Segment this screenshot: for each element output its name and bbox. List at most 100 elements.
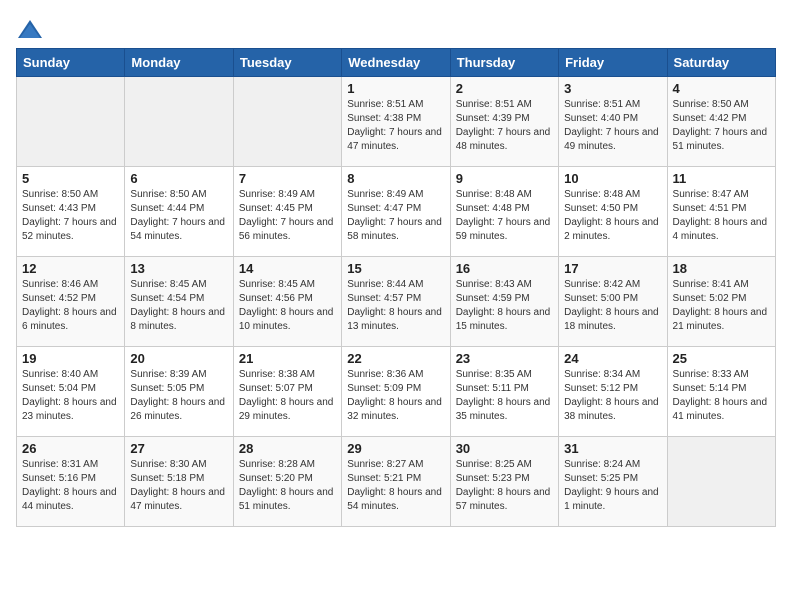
day-number: 11	[673, 171, 770, 186]
calendar-cell: 28 Sunrise: 8:28 AMSunset: 5:20 PMDayligh…	[233, 437, 341, 527]
calendar-cell: 4 Sunrise: 8:50 AMSunset: 4:42 PMDaylight…	[667, 77, 775, 167]
day-number: 3	[564, 81, 661, 96]
day-number: 25	[673, 351, 770, 366]
logo-icon	[16, 16, 44, 44]
day-info: Sunrise: 8:24 AMSunset: 5:25 PMDaylight:…	[564, 458, 661, 514]
day-info: Sunrise: 8:50 AMSunset: 4:42 PMDaylight:…	[673, 98, 770, 154]
calendar-cell: 21 Sunrise: 8:38 AMSunset: 5:07 PMDayligh…	[233, 347, 341, 437]
day-info: Sunrise: 8:50 AMSunset: 4:44 PMDaylight:…	[130, 188, 227, 244]
day-number: 21	[239, 351, 336, 366]
calendar-cell: 10 Sunrise: 8:48 AMSunset: 4:50 PMDayligh…	[559, 167, 667, 257]
day-number: 13	[130, 261, 227, 276]
day-info: Sunrise: 8:31 AMSunset: 5:16 PMDaylight:…	[22, 458, 119, 514]
weekday-header-tuesday: Tuesday	[233, 49, 341, 77]
calendar-cell: 6 Sunrise: 8:50 AMSunset: 4:44 PMDaylight…	[125, 167, 233, 257]
calendar-cell: 25Sunrise: 8:33 AMSunset: 5:14 PMDayligh…	[667, 347, 775, 437]
day-number: 17	[564, 261, 661, 276]
calendar-week-row: 26Sunrise: 8:31 AMSunset: 5:16 PMDayligh…	[17, 437, 776, 527]
day-info: Sunrise: 8:39 AMSunset: 5:05 PMDaylight:…	[130, 368, 227, 424]
calendar-cell: 12Sunrise: 8:46 AMSunset: 4:52 PMDayligh…	[17, 257, 125, 347]
day-info: Sunrise: 8:49 AMSunset: 4:45 PMDaylight:…	[239, 188, 336, 244]
day-number: 19	[22, 351, 119, 366]
day-info: Sunrise: 8:42 AMSunset: 5:00 PMDaylight:…	[564, 278, 661, 334]
calendar-cell: 9 Sunrise: 8:48 AMSunset: 4:48 PMDaylight…	[450, 167, 558, 257]
calendar-cell: 13Sunrise: 8:45 AMSunset: 4:54 PMDayligh…	[125, 257, 233, 347]
day-info: Sunrise: 8:28 AMSunset: 5:20 PMDaylight:…	[239, 458, 336, 514]
weekday-header-saturday: Saturday	[667, 49, 775, 77]
day-number: 15	[347, 261, 444, 276]
calendar-cell: 16 Sunrise: 8:43 AMSunset: 4:59 PMDayligh…	[450, 257, 558, 347]
day-number: 16	[456, 261, 553, 276]
day-info: Sunrise: 8:35 AMSunset: 5:11 PMDaylight:…	[456, 368, 553, 424]
day-info: Sunrise: 8:43 AMSunset: 4:59 PMDaylight:…	[456, 278, 553, 334]
day-number: 6	[130, 171, 227, 186]
day-number: 4	[673, 81, 770, 96]
calendar-cell: 29 Sunrise: 8:27 AMSunset: 5:21 PMDayligh…	[342, 437, 450, 527]
day-number: 9	[456, 171, 553, 186]
calendar-cell: 5Sunrise: 8:50 AMSunset: 4:43 PMDaylight…	[17, 167, 125, 257]
day-info: Sunrise: 8:50 AMSunset: 4:43 PMDaylight:…	[22, 188, 119, 244]
calendar-week-row: 19 Sunrise: 8:40 AMSunset: 5:04 PMDayligh…	[17, 347, 776, 437]
calendar-cell: 22 Sunrise: 8:36 AMSunset: 5:09 PMDayligh…	[342, 347, 450, 437]
calendar-cell: 31Sunrise: 8:24 AMSunset: 5:25 PMDayligh…	[559, 437, 667, 527]
calendar-cell: 3 Sunrise: 8:51 AMSunset: 4:40 PMDaylight…	[559, 77, 667, 167]
calendar-table: SundayMondayTuesdayWednesdayThursdayFrid…	[16, 48, 776, 527]
day-number: 29	[347, 441, 444, 456]
day-info: Sunrise: 8:47 AMSunset: 4:51 PMDaylight:…	[673, 188, 770, 244]
day-info: Sunrise: 8:46 AMSunset: 4:52 PMDaylight:…	[22, 278, 119, 334]
calendar-week-row: 1Sunrise: 8:51 AMSunset: 4:38 PMDaylight…	[17, 77, 776, 167]
logo	[16, 16, 48, 44]
day-number: 23	[456, 351, 553, 366]
calendar-cell: 14 Sunrise: 8:45 AMSunset: 4:56 PMDayligh…	[233, 257, 341, 347]
day-info: Sunrise: 8:51 AMSunset: 4:39 PMDaylight:…	[456, 98, 553, 154]
calendar-week-row: 12Sunrise: 8:46 AMSunset: 4:52 PMDayligh…	[17, 257, 776, 347]
day-number: 8	[347, 171, 444, 186]
day-info: Sunrise: 8:45 AMSunset: 4:56 PMDaylight:…	[239, 278, 336, 334]
calendar-cell: 1Sunrise: 8:51 AMSunset: 4:38 PMDaylight…	[342, 77, 450, 167]
day-info: Sunrise: 8:49 AMSunset: 4:47 PMDaylight:…	[347, 188, 444, 244]
calendar-cell: 8 Sunrise: 8:49 AMSunset: 4:47 PMDaylight…	[342, 167, 450, 257]
day-number: 2	[456, 81, 553, 96]
calendar-cell: 30 Sunrise: 8:25 AMSunset: 5:23 PMDayligh…	[450, 437, 558, 527]
calendar-cell: 24 Sunrise: 8:34 AMSunset: 5:12 PMDayligh…	[559, 347, 667, 437]
calendar-cell: 20 Sunrise: 8:39 AMSunset: 5:05 PMDayligh…	[125, 347, 233, 437]
weekday-header-sunday: Sunday	[17, 49, 125, 77]
day-number: 20	[130, 351, 227, 366]
day-number: 10	[564, 171, 661, 186]
day-number: 24	[564, 351, 661, 366]
day-info: Sunrise: 8:25 AMSunset: 5:23 PMDaylight:…	[456, 458, 553, 514]
day-info: Sunrise: 8:30 AMSunset: 5:18 PMDaylight:…	[130, 458, 227, 514]
weekday-header-monday: Monday	[125, 49, 233, 77]
day-info: Sunrise: 8:38 AMSunset: 5:07 PMDaylight:…	[239, 368, 336, 424]
calendar-cell: 11 Sunrise: 8:47 AMSunset: 4:51 PMDayligh…	[667, 167, 775, 257]
calendar-cell	[17, 77, 125, 167]
day-number: 7	[239, 171, 336, 186]
day-number: 14	[239, 261, 336, 276]
calendar-cell: 19 Sunrise: 8:40 AMSunset: 5:04 PMDayligh…	[17, 347, 125, 437]
weekday-header-thursday: Thursday	[450, 49, 558, 77]
calendar-week-row: 5Sunrise: 8:50 AMSunset: 4:43 PMDaylight…	[17, 167, 776, 257]
day-info: Sunrise: 8:27 AMSunset: 5:21 PMDaylight:…	[347, 458, 444, 514]
calendar-cell: 2 Sunrise: 8:51 AMSunset: 4:39 PMDaylight…	[450, 77, 558, 167]
day-number: 30	[456, 441, 553, 456]
day-number: 27	[130, 441, 227, 456]
day-info: Sunrise: 8:51 AMSunset: 4:40 PMDaylight:…	[564, 98, 661, 154]
weekday-header-friday: Friday	[559, 49, 667, 77]
calendar-cell: 7 Sunrise: 8:49 AMSunset: 4:45 PMDaylight…	[233, 167, 341, 257]
day-info: Sunrise: 8:48 AMSunset: 4:50 PMDaylight:…	[564, 188, 661, 244]
day-info: Sunrise: 8:48 AMSunset: 4:48 PMDaylight:…	[456, 188, 553, 244]
calendar-cell: 15 Sunrise: 8:44 AMSunset: 4:57 PMDayligh…	[342, 257, 450, 347]
day-number: 22	[347, 351, 444, 366]
calendar-cell	[125, 77, 233, 167]
day-number: 28	[239, 441, 336, 456]
day-info: Sunrise: 8:40 AMSunset: 5:04 PMDaylight:…	[22, 368, 119, 424]
calendar-cell: 18Sunrise: 8:41 AMSunset: 5:02 PMDayligh…	[667, 257, 775, 347]
weekday-header-wednesday: Wednesday	[342, 49, 450, 77]
day-info: Sunrise: 8:44 AMSunset: 4:57 PMDaylight:…	[347, 278, 444, 334]
calendar-cell: 23 Sunrise: 8:35 AMSunset: 5:11 PMDayligh…	[450, 347, 558, 437]
weekday-header-row: SundayMondayTuesdayWednesdayThursdayFrid…	[17, 49, 776, 77]
calendar-cell: 26Sunrise: 8:31 AMSunset: 5:16 PMDayligh…	[17, 437, 125, 527]
day-info: Sunrise: 8:51 AMSunset: 4:38 PMDaylight:…	[347, 98, 444, 154]
day-info: Sunrise: 8:34 AMSunset: 5:12 PMDaylight:…	[564, 368, 661, 424]
day-info: Sunrise: 8:36 AMSunset: 5:09 PMDaylight:…	[347, 368, 444, 424]
